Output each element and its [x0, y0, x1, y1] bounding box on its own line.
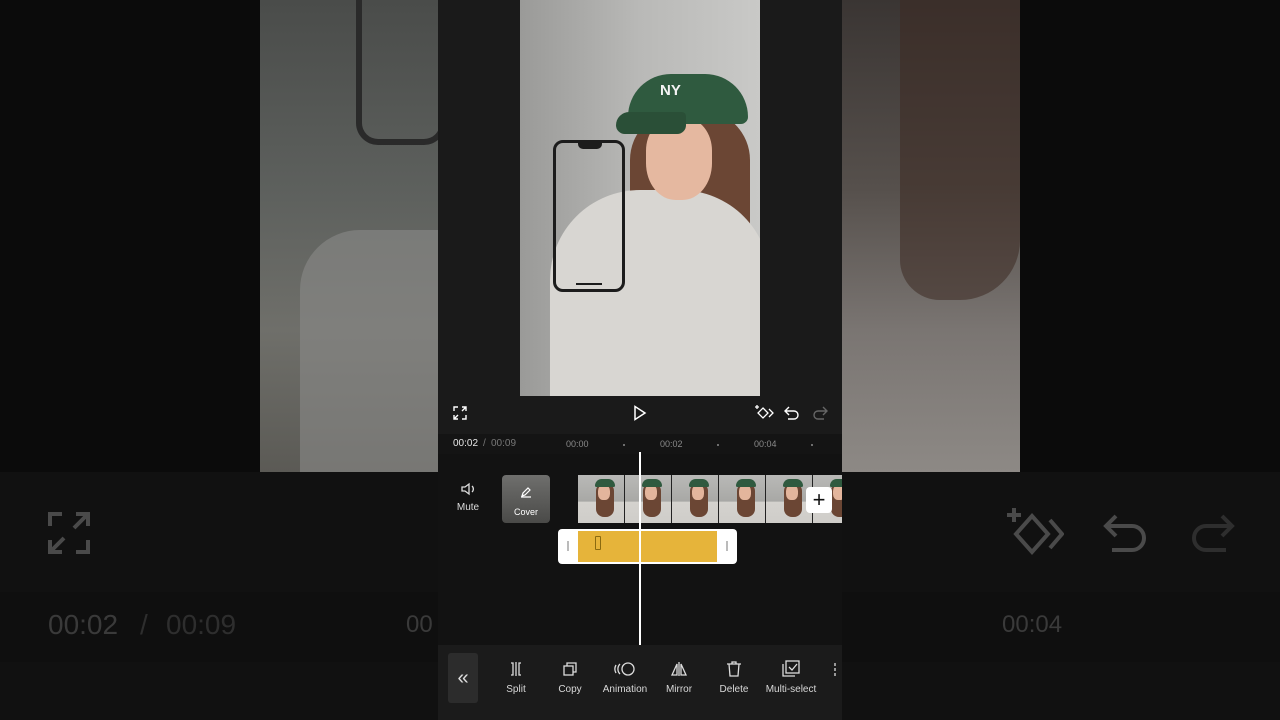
clip-frame — [625, 475, 672, 523]
tool-label: Delete — [719, 684, 749, 695]
trim-handle-right[interactable] — [726, 541, 728, 551]
keyframe-button[interactable] — [754, 404, 774, 426]
background-blur-phone — [356, 0, 446, 145]
editor-screen: 00:02 / 00:09 00 00:04 NY 00:02 / 00:09 … — [0, 0, 1280, 720]
tool-label: Multi-select — [765, 684, 817, 695]
double-chevron-left-icon: « — [457, 666, 469, 689]
total-time: 00:09 — [491, 438, 517, 449]
add-clip-button[interactable]: + — [806, 487, 832, 513]
delete-icon — [704, 659, 764, 679]
undo-icon — [784, 406, 800, 425]
copy-icon — [540, 659, 600, 679]
ruler-dot — [811, 444, 813, 446]
ghost-keyframe-icon — [1004, 506, 1065, 563]
back-button[interactable]: « — [448, 653, 478, 703]
redo-icon — [812, 406, 828, 425]
phone-editor: NY 00:02 / 00:09 00:00 00:02 00:04 Mute … — [438, 0, 842, 720]
ghost-total-time: 00:09 — [166, 609, 237, 640]
play-icon — [633, 404, 647, 426]
timeline-ruler[interactable]: 00:02 / 00:09 00:00 00:02 00:04 — [438, 434, 842, 454]
fullscreen-button[interactable] — [452, 404, 468, 426]
tool-split[interactable]: Split — [486, 659, 546, 695]
current-time: 00:02 — [453, 438, 479, 449]
video-clip-strip[interactable] — [578, 475, 842, 523]
background-blur-sweater — [300, 230, 440, 472]
animation-icon — [595, 659, 655, 679]
mute-button[interactable]: Mute — [448, 482, 488, 513]
ghost-undo-icon — [1102, 512, 1148, 557]
overlay-track-clip[interactable] — [558, 529, 737, 564]
mirror-icon — [649, 659, 709, 679]
redo-button[interactable] — [811, 404, 829, 426]
ghost-separator: / — [140, 609, 148, 640]
ruler-dot — [717, 444, 719, 446]
preview-cap-brim — [616, 112, 686, 134]
ruler-tick: 00:00 — [566, 439, 589, 449]
tool-more-partial[interactable] — [828, 659, 842, 679]
clip-frame — [578, 475, 625, 523]
playhead[interactable] — [639, 452, 641, 645]
tool-mirror[interactable]: Mirror — [649, 659, 709, 695]
split-icon — [486, 659, 546, 679]
ghost-fullscreen-icon — [46, 510, 92, 561]
more-icon — [828, 659, 842, 679]
phone-overlay-sticker[interactable] — [553, 140, 625, 292]
clip-frame — [719, 475, 766, 523]
tool-delete[interactable]: Delete — [704, 659, 764, 695]
speaker-icon — [448, 482, 488, 498]
tool-label: Copy — [558, 684, 582, 695]
ruler-tick: 00:04 — [754, 439, 777, 449]
background-blur-hair — [900, 0, 1020, 300]
edit-pencil-icon — [520, 485, 532, 503]
ruler-tick: 00:02 — [660, 439, 683, 449]
tool-label: Split — [506, 684, 526, 695]
mute-label: Mute — [456, 502, 480, 513]
tool-copy[interactable]: Copy — [540, 659, 600, 695]
video-preview[interactable]: NY — [520, 0, 760, 396]
cap-logo: NY — [660, 82, 681, 99]
clip-frame — [672, 475, 719, 523]
trim-handle-left[interactable] — [567, 541, 569, 551]
fullscreen-icon — [453, 405, 467, 425]
cover-label: Cover — [513, 507, 538, 517]
tool-label: Mirror — [665, 684, 693, 695]
ghost-current-time: 00:02 — [48, 609, 119, 640]
keyframe-icon — [754, 404, 774, 427]
time-separator: / — [483, 438, 486, 449]
ghost-tick-left: 00 — [406, 611, 433, 638]
phone-overlay-home-bar — [576, 283, 602, 285]
phone-overlay-notch — [578, 143, 602, 149]
ghost-redo-icon — [1190, 512, 1236, 557]
ghost-tick-right: 00:04 — [1002, 611, 1063, 638]
ruler-dot — [623, 444, 625, 446]
multi-select-icon — [761, 659, 821, 679]
cover-button[interactable]: Cover — [502, 475, 550, 523]
keyframe-marker[interactable] — [595, 536, 601, 550]
tool-multi-select[interactable]: Multi-select — [761, 659, 821, 695]
undo-button[interactable] — [783, 404, 801, 426]
tool-animation[interactable]: Animation — [595, 659, 655, 695]
play-button[interactable] — [632, 404, 648, 426]
tool-label: Animation — [602, 684, 648, 695]
bottom-toolbar: « Split Copy Animation Mirror Delete Mul… — [438, 645, 842, 720]
